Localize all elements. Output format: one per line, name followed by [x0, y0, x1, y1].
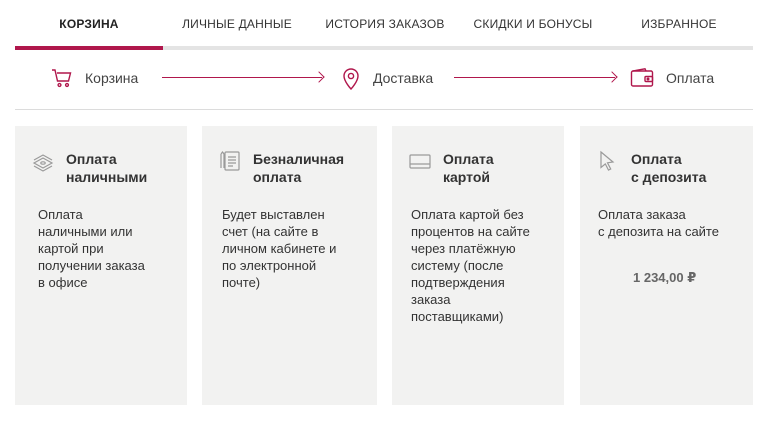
step-arrow	[162, 77, 322, 78]
active-tab-indicator	[15, 46, 163, 50]
card-header: Безналичная оплата	[219, 150, 344, 186]
card-description: Оплата наличными или картой при получени…	[38, 207, 145, 290]
card-title: Оплата картой	[443, 151, 494, 185]
step-payment[interactable]: Оплата	[630, 66, 714, 90]
card-header: Оплата с депозита	[597, 150, 706, 186]
payment-option-cash[interactable]: Оплата наличными Оплата наличными или ка…	[15, 126, 187, 405]
card-title: Безналичная оплата	[253, 151, 345, 185]
tab-personal-data[interactable]: ЛИЧНЫЕ ДАННЫЕ	[163, 0, 311, 48]
deposit-balance: 1 234,00 ₽	[633, 270, 697, 285]
step-cart[interactable]: Корзина	[51, 66, 138, 90]
tab-favorites[interactable]: ИЗБРАННОЕ	[605, 0, 753, 48]
step-arrow	[454, 77, 615, 78]
cart-icon	[52, 69, 72, 88]
payment-option-cashless[interactable]: Безналичная оплата Будет выставлен счет …	[202, 126, 377, 405]
card-description: Будет выставлен счет (на сайте в личном …	[222, 207, 337, 290]
card-header: Оплата картой	[409, 150, 494, 186]
checkout-steps: Корзина Доставка Оплата	[15, 52, 753, 110]
profile-tabs: КОРЗИНА ЛИЧНЫЕ ДАННЫЕ ИСТОРИЯ ЗАКАЗОВ СК…	[15, 0, 753, 52]
wallet-icon	[630, 68, 654, 87]
tab-discounts-bonuses[interactable]: СКИДКИ И БОНУСЫ	[459, 0, 607, 48]
cash-icon	[32, 154, 54, 172]
card-description: Оплата заказа с депозита на сайте	[598, 207, 719, 239]
cursor-icon	[600, 150, 615, 171]
tab-cart[interactable]: КОРЗИНА	[15, 0, 163, 48]
location-pin-icon	[343, 68, 359, 90]
card-title: Оплата наличными	[66, 151, 148, 185]
step-payment-label: Оплата	[666, 70, 715, 86]
credit-card-icon	[409, 154, 431, 169]
card-header: Оплата наличными	[32, 150, 147, 186]
payment-option-card[interactable]: Оплата картой Оплата картой без проценто…	[392, 126, 564, 405]
invoice-icon	[220, 151, 240, 171]
payment-option-deposit[interactable]: Оплата с депозита Оплата заказа с депози…	[580, 126, 753, 405]
step-delivery[interactable]: Доставка	[341, 66, 433, 90]
card-description: Оплата картой без процентов на сайте чер…	[411, 207, 530, 324]
step-cart-label: Корзина	[85, 70, 139, 86]
tab-order-history[interactable]: ИСТОРИЯ ЗАКАЗОВ	[311, 0, 459, 48]
card-title: Оплата с депозита	[631, 151, 707, 185]
step-delivery-label: Доставка	[373, 70, 434, 86]
